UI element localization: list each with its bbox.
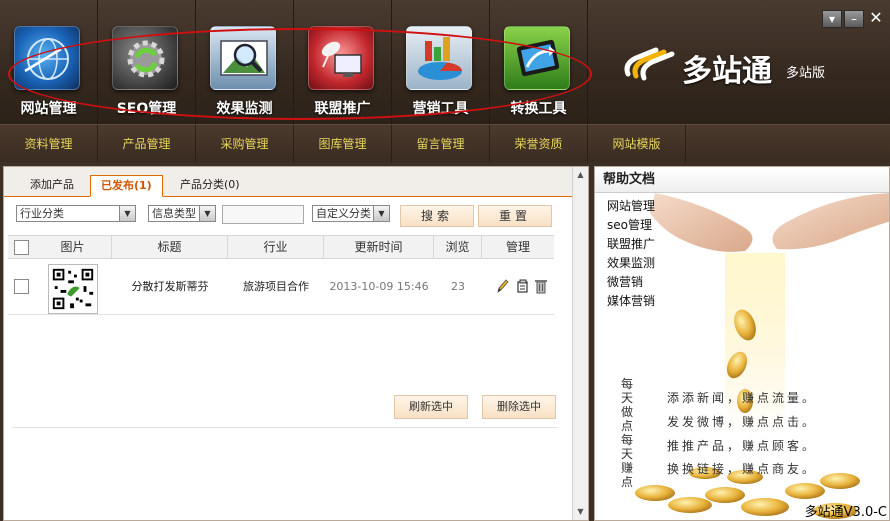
slogan-line: 换换链接，赚点商友。 xyxy=(667,462,818,476)
column-header-industry: 行业 xyxy=(228,236,324,258)
search-input[interactable] xyxy=(222,205,304,224)
refresh-selected-button[interactable]: 刷新选中 xyxy=(394,395,468,419)
version-label: 多站通V3.0-C xyxy=(804,505,887,520)
select-all-checkbox[interactable] xyxy=(14,240,29,255)
magnifier-icon xyxy=(210,26,276,90)
chevron-down-icon: ▼ xyxy=(373,206,389,221)
submenu-item-gallery-management[interactable]: 图库管理 xyxy=(294,125,392,163)
product-panel: 添加产品 已发布(1) 产品分类(0) 行业分类 ▼ 信息类型 ▼ 自定义分类 … xyxy=(3,166,589,521)
tab-bar: 添加产品 已发布(1) 产品分类(0) xyxy=(4,167,572,197)
column-header-title: 标题 xyxy=(112,236,228,258)
vertical-scrollbar[interactable]: ▲ ▼ xyxy=(572,167,588,520)
scroll-down-icon[interactable]: ▼ xyxy=(573,504,588,520)
tablet-arrow-icon xyxy=(504,26,570,90)
toolbar-label: 网站管理 xyxy=(20,101,77,117)
row-checkbox[interactable] xyxy=(14,279,29,294)
toolbar-item-conversion-tools[interactable]: 转换工具 xyxy=(490,0,588,124)
chevron-down-icon: ▼ xyxy=(119,206,135,221)
qr-code-image xyxy=(48,264,98,314)
edit-icon[interactable] xyxy=(496,278,510,294)
toolbar-item-effect-monitoring[interactable]: 效果监测 xyxy=(196,0,294,124)
tab-product-category[interactable]: 产品分类(0) xyxy=(170,175,250,197)
help-title: 帮助文档 xyxy=(595,167,889,193)
submenu-item-profile-management[interactable]: 资料管理 xyxy=(0,125,98,163)
row-views: 23 xyxy=(451,280,465,293)
row-title[interactable]: 分散打发斯蒂芬 xyxy=(112,259,228,315)
help-panel: 帮助文档 网站管理 seo管理 联盟推广 效果监测 微营销 媒体营销 每天做点每… xyxy=(594,166,890,521)
table-header: 图片 标题 行业 更新时间 浏览 管理 xyxy=(8,235,554,259)
custom-category-select-value: 自定义分类 xyxy=(316,207,371,220)
industry-select[interactable]: 行业分类 ▼ xyxy=(16,205,136,222)
refresh-gear-icon xyxy=(112,26,178,90)
toolbar-item-seo-management[interactable]: SEO管理 xyxy=(98,0,196,124)
copy-icon[interactable] xyxy=(516,278,530,294)
reset-button[interactable]: 重置 xyxy=(478,205,552,227)
help-link-effect-monitoring[interactable]: 效果监测 xyxy=(607,254,655,273)
brand-edition: 多站版 xyxy=(786,66,826,81)
table-row: 分散打发斯蒂芬 旅游项目合作 2013-10-09 15:46 23 xyxy=(8,259,554,315)
chevron-down-icon: ▼ xyxy=(199,206,215,221)
top-toolbar: 网站管理 SEO管理 效果监测 联盟推广 营销工具 转换工具 多站通 多站版 ▾… xyxy=(0,0,890,124)
toolbar-label: 联盟推广 xyxy=(314,101,371,117)
column-header-manage: 管理 xyxy=(505,240,530,254)
row-updated: 2013-10-09 15:46 xyxy=(329,280,429,293)
help-link-seo-management[interactable]: seo管理 xyxy=(607,216,655,235)
column-header-updated: 更新时间 xyxy=(324,236,434,258)
vertical-slogan: 每天做点每天赚点 xyxy=(621,377,634,489)
close-button[interactable]: ✕ xyxy=(866,10,886,28)
pie-chart-icon xyxy=(406,26,472,90)
info-type-select-value: 信息类型 xyxy=(152,207,196,220)
globe-gear-icon xyxy=(14,26,80,90)
slogan-line: 发发微博，赚点点击。 xyxy=(667,415,818,429)
help-link-micro-marketing[interactable]: 微营销 xyxy=(607,273,655,292)
scroll-up-icon[interactable]: ▲ xyxy=(573,167,588,183)
industry-select-value: 行业分类 xyxy=(20,207,64,220)
help-link-alliance-promotion[interactable]: 联盟推广 xyxy=(607,235,655,254)
tab-published[interactable]: 已发布(1) xyxy=(90,175,163,197)
row-industry: 旅游项目合作 xyxy=(243,280,309,293)
help-link-media-marketing[interactable]: 媒体营销 xyxy=(607,292,655,311)
submenu-item-purchase-management[interactable]: 采购管理 xyxy=(196,125,294,163)
help-links: 网站管理 seo管理 联盟推广 效果监测 微营销 媒体营销 xyxy=(607,197,655,311)
toolbar-label: 营销工具 xyxy=(412,101,469,117)
slogan-line: 推推产品，赚点顾客。 xyxy=(667,439,818,453)
info-type-select[interactable]: 信息类型 ▼ xyxy=(148,205,216,222)
tab-add-product[interactable]: 添加产品 xyxy=(20,175,84,197)
column-header-image: 图片 xyxy=(34,236,112,258)
toolbar-label: SEO管理 xyxy=(116,101,177,117)
submenu-item-message-management[interactable]: 留言管理 xyxy=(392,125,490,163)
satellite-monitor-icon xyxy=(308,26,374,90)
toolbar-item-marketing-tools[interactable]: 营销工具 xyxy=(392,0,490,124)
delete-selected-button[interactable]: 删除选中 xyxy=(482,395,556,419)
submenu-item-honors[interactable]: 荣誉资质 xyxy=(490,125,588,163)
toolbar-label: 转换工具 xyxy=(510,101,567,117)
window-controls: ▾ – ✕ xyxy=(822,10,886,28)
brand-mark-icon xyxy=(624,47,675,81)
custom-category-select[interactable]: 自定义分类 ▼ xyxy=(312,205,390,222)
toolbar-label: 效果监测 xyxy=(216,101,273,117)
minimize-button[interactable]: – xyxy=(844,10,864,28)
sub-menu: 资料管理 产品管理 采购管理 图库管理 留言管理 荣誉资质 网站模版 xyxy=(0,124,890,163)
column-header-views: 浏览 xyxy=(434,236,482,258)
toolbar-item-alliance-promotion[interactable]: 联盟推广 xyxy=(294,0,392,124)
help-link-website-management[interactable]: 网站管理 xyxy=(607,197,655,216)
slogan-line: 添添新闻，赚点流量。 xyxy=(667,391,818,405)
brand-name: 多站通 xyxy=(682,54,772,89)
toolbar-item-website-management[interactable]: 网站管理 xyxy=(0,0,98,124)
submenu-item-product-management[interactable]: 产品管理 xyxy=(98,125,196,163)
search-button[interactable]: 搜索 xyxy=(400,205,474,227)
window-menu-button[interactable]: ▾ xyxy=(822,10,842,28)
submenu-item-site-templates[interactable]: 网站模版 xyxy=(588,125,686,163)
divider xyxy=(12,427,558,428)
trash-icon[interactable] xyxy=(534,278,548,294)
